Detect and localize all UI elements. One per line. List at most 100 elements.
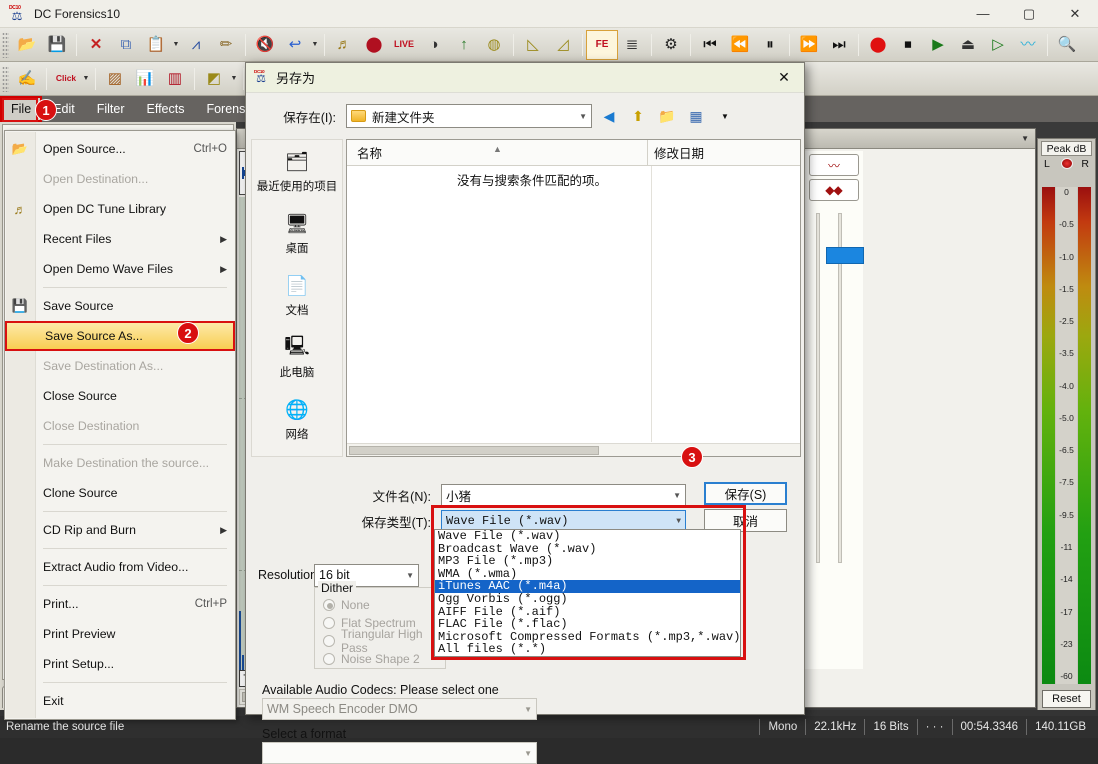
click-dropdown-icon[interactable]: ▼ bbox=[81, 65, 91, 93]
fade-out-icon[interactable]: ◿ bbox=[548, 31, 578, 59]
pencil-icon[interactable]: ✏ bbox=[211, 31, 241, 59]
copy-icon[interactable]: ⧉ bbox=[111, 31, 141, 59]
menu-item-print[interactable]: Print...Ctrl+P bbox=[5, 589, 235, 619]
close-button[interactable]: ✕ bbox=[1052, 0, 1098, 28]
pause-icon[interactable]: ⏸ bbox=[755, 31, 785, 59]
undo-icon[interactable]: ↩ bbox=[280, 31, 310, 59]
clip-led-icon[interactable] bbox=[1061, 158, 1073, 169]
menu-item-clone-source[interactable]: Clone Source bbox=[5, 478, 235, 508]
level-meter-icon[interactable]: ▥ bbox=[160, 65, 190, 93]
filetype-option[interactable]: MP3 File (*.mp3) bbox=[435, 555, 740, 568]
clean-icon[interactable]: 〰 bbox=[1013, 31, 1043, 59]
magnifier-icon[interactable]: 🔍 bbox=[1052, 31, 1082, 59]
waveform-view-button[interactable]: 〰 bbox=[809, 154, 859, 176]
chevron-down-icon[interactable]: ▼ bbox=[673, 491, 681, 500]
file-list[interactable]: 名称 修改日期 ▲ 没有与搜索条件匹配的项。 bbox=[346, 139, 801, 457]
paste-dropdown-icon[interactable]: ▼ bbox=[171, 31, 181, 59]
settings-gear-icon[interactable]: ⚙ bbox=[656, 31, 686, 59]
mute-icon[interactable]: 🔇 bbox=[250, 31, 280, 59]
place-this-pc[interactable]: 🖳此电脑 bbox=[252, 326, 342, 388]
record-icon[interactable]: ⬤ bbox=[863, 31, 893, 59]
place-recent-items[interactable]: 🗂最近使用的项目 bbox=[252, 140, 342, 202]
menu-item-print-setup[interactable]: Print Setup... bbox=[5, 649, 235, 679]
menu-item-exit[interactable]: Exit bbox=[5, 686, 235, 716]
place-network[interactable]: 🌐网络 bbox=[252, 388, 342, 450]
undo-dropdown-icon[interactable]: ▼ bbox=[310, 31, 320, 59]
waveform-dropdown-icon[interactable]: ▼ bbox=[1021, 134, 1029, 143]
file-list-hscrollbar[interactable] bbox=[347, 443, 800, 456]
delete-icon[interactable]: ✕ bbox=[81, 31, 111, 59]
spectrum-icon[interactable]: ◑ bbox=[419, 31, 449, 59]
place-desktop[interactable]: 🖥桌面 bbox=[252, 202, 342, 264]
menu-item-open-demo-wave-files[interactable]: Open Demo Wave Files▶ bbox=[5, 254, 235, 284]
format-combo[interactable]: ▼ bbox=[262, 742, 537, 764]
filetype-dropdown-list[interactable]: Wave File (*.wav)Broadcast Wave (*.wav)M… bbox=[434, 529, 741, 657]
filetype-option[interactable]: Wave File (*.wav) bbox=[435, 530, 740, 543]
radio-icon[interactable] bbox=[323, 653, 335, 665]
minimize-button[interactable]: — bbox=[960, 0, 1006, 28]
chevron-down-icon[interactable]: ▼ bbox=[406, 571, 414, 580]
save-button[interactable]: 保存(S) bbox=[704, 482, 787, 505]
ez-wizard-icon[interactable]: ✍ bbox=[12, 65, 42, 93]
view-mode-dropdown-icon[interactable]: ▼ bbox=[713, 104, 737, 128]
menu-item-extract-audio-from-video[interactable]: Extract Audio from Video... bbox=[5, 552, 235, 582]
paste-icon[interactable]: 📋 bbox=[141, 31, 171, 59]
zoom-slider-thumb[interactable] bbox=[826, 247, 864, 264]
eject-icon[interactable]: ⏏ bbox=[953, 31, 983, 59]
up-folder-icon[interactable]: ⬆ bbox=[626, 104, 650, 128]
chevron-down-icon[interactable]: ▼ bbox=[524, 749, 532, 758]
fast-forward-icon[interactable]: ⏩ bbox=[794, 31, 824, 59]
radio-icon[interactable] bbox=[323, 599, 335, 611]
spectral-view-button[interactable]: ◆◆ bbox=[809, 179, 859, 201]
histogram-icon[interactable]: 📊 bbox=[130, 65, 160, 93]
toolbar-grip[interactable] bbox=[2, 66, 9, 92]
split-icon[interactable]: ◩ bbox=[199, 65, 229, 93]
menu-item-open-source[interactable]: 📂Open Source...Ctrl+O bbox=[5, 134, 235, 164]
chevron-down-icon[interactable]: ▼ bbox=[524, 705, 532, 714]
gain-slider-track[interactable] bbox=[838, 213, 842, 563]
chevron-down-icon[interactable]: ▼ bbox=[579, 112, 587, 121]
fade-in-icon[interactable]: ◺ bbox=[518, 31, 548, 59]
live-icon[interactable]: LIVE bbox=[389, 31, 419, 59]
normalize-icon[interactable]: ↑ bbox=[449, 31, 479, 59]
zoom-slider-track[interactable] bbox=[816, 213, 820, 563]
menu-item-close-source[interactable]: Close Source bbox=[5, 381, 235, 411]
music-note-icon[interactable]: ♬ bbox=[329, 31, 359, 59]
stop-icon[interactable]: ⏹ bbox=[893, 31, 923, 59]
menu-effects[interactable]: Effects bbox=[135, 96, 195, 122]
place-documents[interactable]: 📄文档 bbox=[252, 264, 342, 326]
codec-combo[interactable]: WM Speech Encoder DMO ▼ bbox=[262, 698, 537, 720]
menu-item-cd-rip-and-burn[interactable]: CD Rip and Burn▶ bbox=[5, 515, 235, 545]
filetype-option[interactable]: Ogg Vorbis (*.ogg) bbox=[435, 593, 740, 606]
phase-icon[interactable]: ◍ bbox=[479, 31, 509, 59]
save-icon[interactable]: 💾 bbox=[42, 31, 72, 59]
dither-option-none[interactable]: None bbox=[315, 596, 445, 614]
back-icon[interactable]: ◀ bbox=[597, 104, 621, 128]
compress-icon[interactable]: ≣ bbox=[617, 31, 647, 59]
save-in-combo[interactable]: 新建文件夹 ▼ bbox=[346, 104, 592, 128]
declick-icon[interactable]: ⩘ bbox=[181, 31, 211, 59]
view-mode-icon[interactable]: ▦ bbox=[684, 104, 708, 128]
menu-item-print-preview[interactable]: Print Preview bbox=[5, 619, 235, 649]
click-filter-icon[interactable]: Click bbox=[51, 65, 81, 93]
skip-end-icon[interactable]: ⏭ bbox=[824, 31, 854, 59]
new-folder-icon[interactable]: 📁 bbox=[655, 104, 679, 128]
filename-input[interactable]: 小猪 ▼ bbox=[441, 484, 686, 506]
radio-icon[interactable] bbox=[323, 617, 335, 629]
dialog-close-button[interactable]: ✕ bbox=[768, 65, 800, 91]
skip-start-icon[interactable]: ⏮ bbox=[695, 31, 725, 59]
open-file-icon[interactable]: 📂 bbox=[12, 31, 42, 59]
toolbar-grip[interactable] bbox=[2, 32, 9, 58]
file-list-hscroll-thumb[interactable] bbox=[349, 446, 599, 455]
column-header-modified[interactable]: 修改日期 bbox=[647, 140, 800, 166]
spectrogram-icon[interactable]: ▨ bbox=[100, 65, 130, 93]
menu-filter[interactable]: Filter bbox=[86, 96, 136, 122]
filetype-option[interactable]: All files (*.*) bbox=[435, 643, 740, 656]
play-multi-icon[interactable]: ▷ bbox=[983, 31, 1013, 59]
menu-item-open-dc-tune-library[interactable]: ♬Open DC Tune Library bbox=[5, 194, 235, 224]
filetype-option[interactable]: FLAC File (*.flac) bbox=[435, 618, 740, 631]
radio-icon[interactable] bbox=[323, 635, 335, 647]
play-icon[interactable]: ▶ bbox=[923, 31, 953, 59]
maximize-button[interactable]: ▢ bbox=[1006, 0, 1052, 28]
dither-option-triangular-high-pass[interactable]: Triangular High Pass bbox=[315, 632, 445, 650]
